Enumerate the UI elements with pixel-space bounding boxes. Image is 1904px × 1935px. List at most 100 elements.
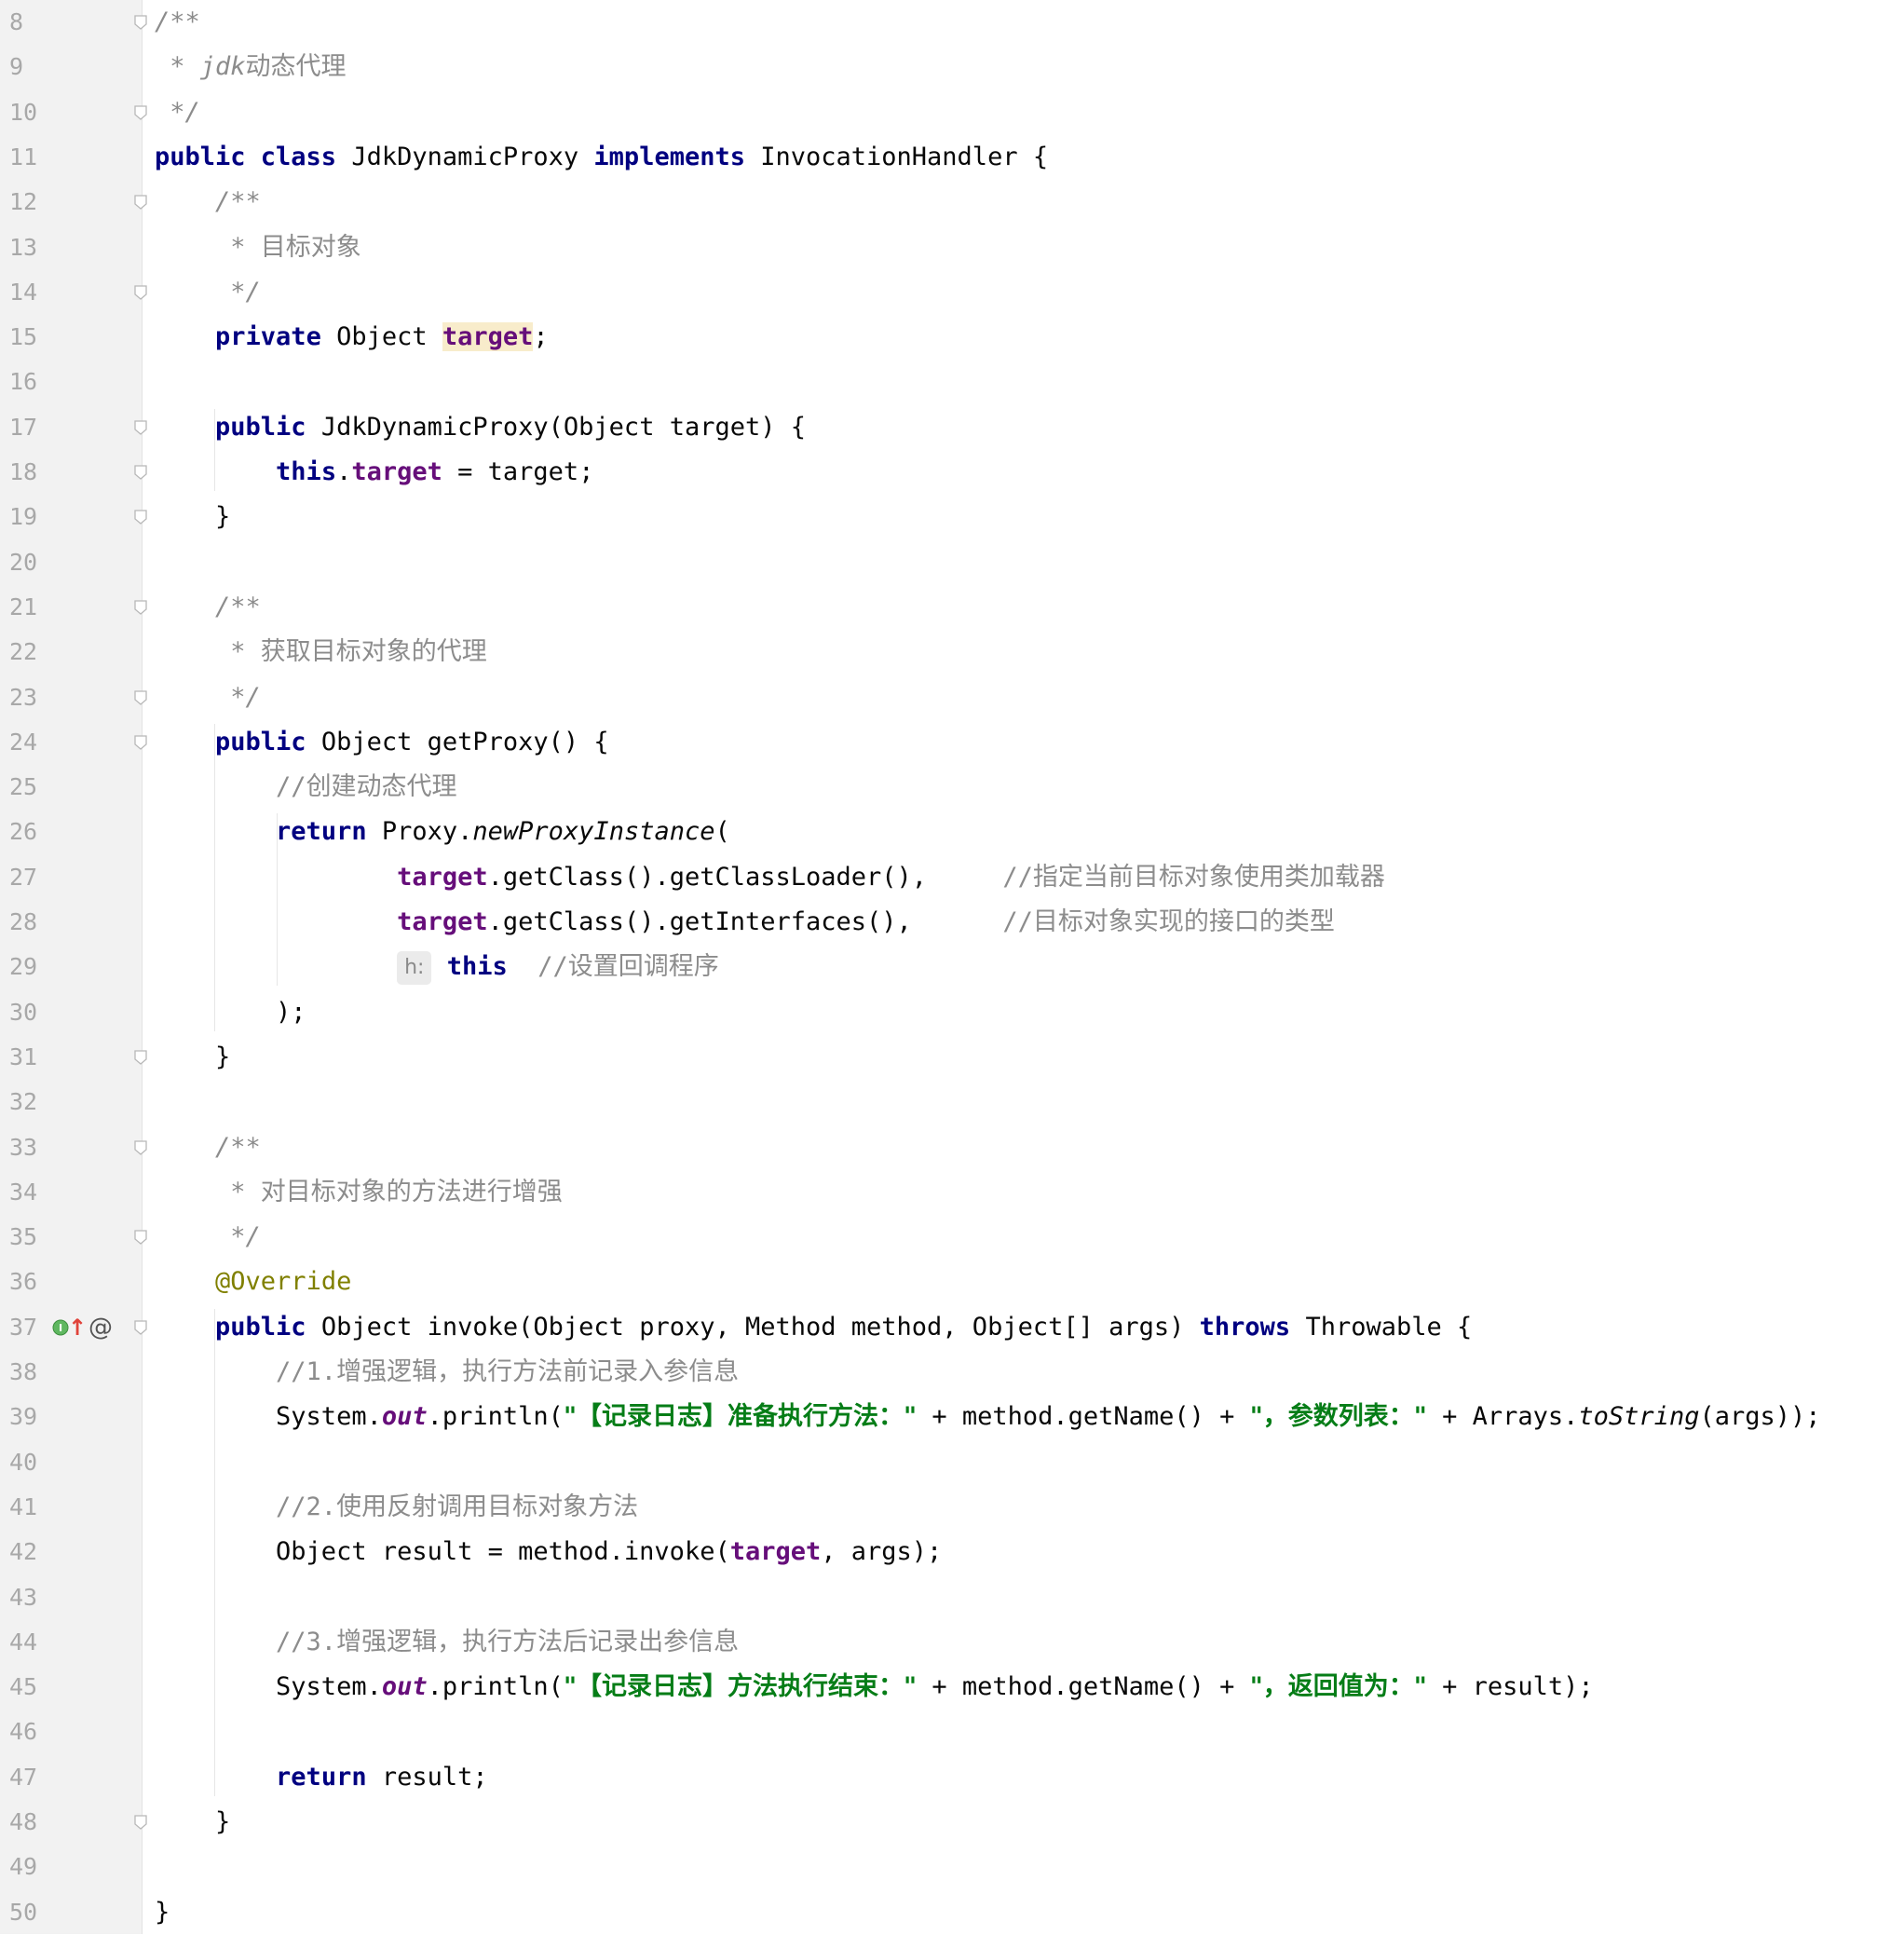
line-number[interactable]: 13 xyxy=(9,225,41,270)
fold-marker-icon[interactable] xyxy=(133,284,148,301)
code-line[interactable]: public Object invoke(Object proxy, Metho… xyxy=(155,1305,1472,1350)
fold-marker-icon[interactable] xyxy=(133,419,148,436)
line-number[interactable]: 14 xyxy=(9,270,41,315)
line-number[interactable]: 43 xyxy=(9,1575,41,1620)
line-number[interactable]: 29 xyxy=(9,945,41,989)
code-line[interactable]: h: this //设置回调程序 xyxy=(155,945,719,989)
line-number[interactable]: 20 xyxy=(9,540,41,585)
code-line[interactable]: public JdkDynamicProxy(Object target) { xyxy=(155,405,806,450)
fold-marker-icon[interactable] xyxy=(133,194,148,211)
implements-method-icon[interactable]: I xyxy=(52,1314,69,1342)
line-number[interactable]: 12 xyxy=(9,180,41,225)
fold-marker-icon[interactable] xyxy=(133,509,148,525)
fold-marker-icon[interactable] xyxy=(133,464,148,481)
code-line[interactable]: */ xyxy=(155,675,261,720)
line-number[interactable]: 10 xyxy=(9,90,41,135)
code-line[interactable]: */ xyxy=(155,270,261,315)
line-number[interactable]: 22 xyxy=(9,630,41,675)
code-line[interactable]: private Object target; xyxy=(155,315,549,360)
code-line[interactable]: } xyxy=(155,1035,230,1080)
line-number[interactable]: 8 xyxy=(9,0,41,45)
line-number[interactable]: 36 xyxy=(9,1260,41,1304)
line-number[interactable]: 42 xyxy=(9,1530,41,1574)
code-line[interactable]: //2.使用反射调用目标对象方法 xyxy=(155,1485,638,1530)
annotation-icon[interactable]: @ xyxy=(88,1314,113,1342)
code-line[interactable]: public Object getProxy() { xyxy=(155,720,609,765)
code-line[interactable]: @Override xyxy=(155,1260,351,1304)
line-number[interactable]: 32 xyxy=(9,1080,41,1124)
code-line[interactable]: return result; xyxy=(155,1755,488,1800)
line-number[interactable]: 11 xyxy=(9,135,41,180)
fold-marker-icon[interactable] xyxy=(133,1229,148,1246)
line-number[interactable]: 25 xyxy=(9,765,41,810)
code-line[interactable]: target.getClass().getClassLoader(), //指定… xyxy=(155,855,1385,900)
line-number[interactable]: 30 xyxy=(9,990,41,1035)
code-line[interactable]: */ xyxy=(155,1215,261,1260)
line-number[interactable]: 44 xyxy=(9,1620,41,1665)
code-line[interactable]: public class JdkDynamicProxy implements … xyxy=(155,135,1048,180)
code-line[interactable]: /** xyxy=(155,1125,261,1170)
code-line[interactable]: } xyxy=(155,1890,170,1935)
code-line[interactable]: ); xyxy=(155,990,306,1035)
line-number[interactable]: 27 xyxy=(9,855,41,900)
line-number-gutter[interactable]: 8 9 10 11 12 13 14 15 16 17 18 19 20 21 22 23 24 25 26 27 28… xyxy=(0,0,143,1934)
line-number[interactable]: 38 xyxy=(9,1350,41,1395)
fold-marker-icon[interactable] xyxy=(133,104,148,121)
line-number[interactable]: 35 xyxy=(9,1215,41,1260)
code-line[interactable]: /** xyxy=(155,0,200,45)
line-number[interactable]: 19 xyxy=(9,495,41,539)
line-number[interactable]: 18 xyxy=(9,450,41,495)
code-line[interactable]: System.out.println("【记录日志】方法执行结束：" + met… xyxy=(155,1665,1594,1710)
override-arrow-icon[interactable]: ↑ xyxy=(68,1314,87,1342)
line-number[interactable]: 41 xyxy=(9,1485,41,1530)
line-number[interactable]: 15 xyxy=(9,315,41,360)
code-line[interactable]: //1.增强逻辑，执行方法前记录入参信息 xyxy=(155,1350,739,1395)
fold-marker-icon[interactable] xyxy=(133,689,148,706)
line-number[interactable]: 21 xyxy=(9,585,41,630)
code-line[interactable]: Object result = method.invoke(target, ar… xyxy=(155,1530,942,1574)
line-number[interactable]: 49 xyxy=(9,1845,41,1889)
fold-marker-icon[interactable] xyxy=(133,1814,148,1831)
code-line[interactable]: } xyxy=(155,1800,230,1845)
code-line[interactable]: * 获取目标对象的代理 xyxy=(155,630,487,675)
code-line[interactable]: */ xyxy=(155,90,200,135)
line-number[interactable]: 26 xyxy=(9,810,41,854)
code-line[interactable]: System.out.println("【记录日志】准备执行方法：" + met… xyxy=(155,1395,1820,1439)
line-number[interactable]: 48 xyxy=(9,1800,41,1845)
fold-marker-icon[interactable] xyxy=(133,14,148,31)
code-line[interactable]: return Proxy.newProxyInstance( xyxy=(155,810,730,854)
fold-marker-icon[interactable] xyxy=(133,1139,148,1156)
line-number[interactable]: 50 xyxy=(9,1890,41,1935)
line-number[interactable]: 47 xyxy=(9,1755,41,1800)
code-line[interactable]: /** xyxy=(155,180,261,225)
code-line[interactable]: * 目标对象 xyxy=(155,225,361,270)
fold-marker-icon[interactable] xyxy=(133,734,148,751)
line-number[interactable]: 33 xyxy=(9,1125,41,1170)
code-line[interactable]: * jdk动态代理 xyxy=(155,45,346,89)
fold-marker-icon[interactable] xyxy=(133,1319,148,1336)
line-number[interactable]: 39 xyxy=(9,1395,41,1439)
code-line[interactable]: target.getClass().getInterfaces(), //目标对… xyxy=(155,900,1335,945)
code-line[interactable]: } xyxy=(155,495,230,539)
line-number[interactable]: 31 xyxy=(9,1035,41,1080)
line-number[interactable]: 17 xyxy=(9,405,41,450)
fold-marker-icon[interactable] xyxy=(133,599,148,616)
line-number[interactable]: 34 xyxy=(9,1170,41,1215)
line-number[interactable]: 45 xyxy=(9,1665,41,1710)
code-line[interactable]: this.target = target; xyxy=(155,450,593,495)
line-number[interactable]: 9 xyxy=(9,45,41,89)
code-line[interactable]: //创建动态代理 xyxy=(155,765,457,810)
fold-marker-icon[interactable] xyxy=(133,1049,148,1066)
code-line[interactable]: //3.增强逻辑，执行方法后记录出参信息 xyxy=(155,1620,739,1665)
code-area[interactable]: /** * jdk动态代理 */ public class JdkDynamicP… xyxy=(143,0,1904,1934)
line-number[interactable]: 37 xyxy=(9,1305,41,1350)
line-number[interactable]: 24 xyxy=(9,720,41,765)
code-line[interactable]: * 对目标对象的方法进行增强 xyxy=(155,1170,563,1215)
line-number[interactable]: 16 xyxy=(9,360,41,404)
line-number[interactable]: 40 xyxy=(9,1440,41,1485)
line-number[interactable]: 46 xyxy=(9,1710,41,1754)
code-editor[interactable]: 8 9 10 11 12 13 14 15 16 17 18 19 20 21 22 23 24 25 26 27 28… xyxy=(0,0,1904,1934)
line-number[interactable]: 28 xyxy=(9,900,41,945)
line-number[interactable]: 23 xyxy=(9,675,41,720)
code-line[interactable]: /** xyxy=(155,585,261,630)
